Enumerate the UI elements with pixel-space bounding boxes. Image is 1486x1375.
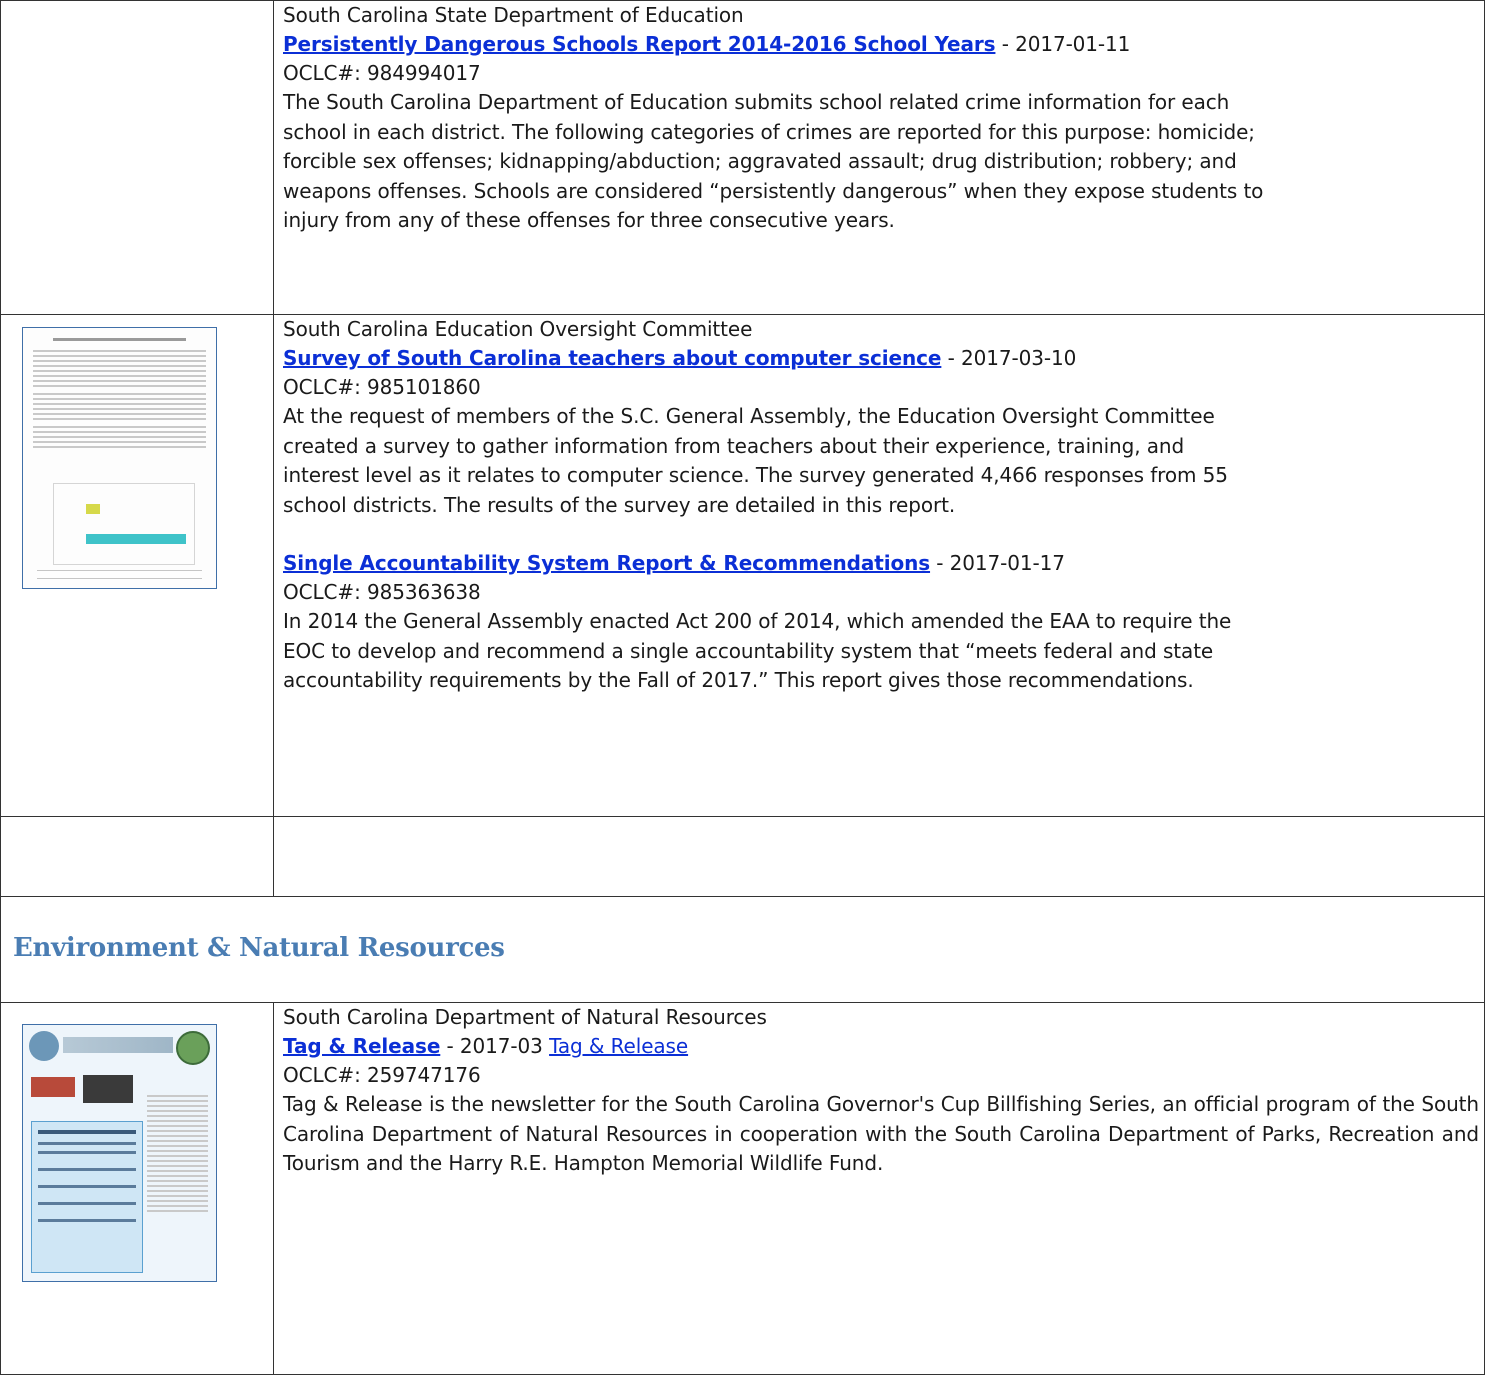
document-table: South Carolina State Department of Educa… [0,0,1485,1375]
agency-name: South Carolina Department of Natural Res… [283,1005,767,1029]
thumbnail-bar-chart [53,483,195,565]
table-row: South Carolina State Department of Educa… [0,0,1485,315]
section-heading: Environment & Natural Resources [13,933,505,963]
table-row-empty [0,816,1485,897]
description-line: injury from any of these offenses for th… [283,208,895,232]
description-paragraph: Tag & Release is the newsletter for the … [283,1092,1479,1175]
table-row: South Carolina Education Oversight Commi… [0,314,1485,817]
oclc-number: OCLC#: 985101860 [283,375,481,399]
table-row: South Carolina Department of Natural Res… [0,1002,1485,1375]
description-line: In 2014 the General Assembly enacted Act… [283,609,1232,633]
description-line: interest level as it relates to computer… [283,463,1228,487]
description-line: school in each district. The following c… [283,119,1255,144]
thumbnail-cell-empty [0,0,274,315]
description-line: forcible sex offenses; kidnapping/abduct… [283,149,1237,173]
oclc-number: OCLC#: 259747176 [283,1063,481,1087]
publication-date: - 2017-03-10 [941,346,1077,370]
publication-date: - 2017-03 [440,1034,550,1058]
fish-logo-icon [29,1031,59,1061]
entry-cell: South Carolina Department of Natural Res… [273,1002,1485,1375]
agency-name: South Carolina Education Oversight Commi… [283,317,753,341]
tag-and-release-newsletter-thumbnail[interactable] [22,1024,217,1282]
entry-cell: South Carolina Education Oversight Commi… [273,314,1485,817]
publication-date: - 2017-01-17 [930,551,1065,575]
seal-icon [176,1031,210,1065]
oclc-number: OCLC#: 984994017 [283,61,481,85]
newsletter-masthead [63,1037,173,1053]
survey-report-cover-thumbnail[interactable] [22,327,217,589]
report-title-link[interactable]: Persistently Dangerous Schools Report 20… [283,32,996,56]
newsletter-series-link[interactable]: Tag & Release [549,1034,688,1058]
entry-title-line: Survey of South Carolina teachers about … [283,344,1474,373]
agency-name: South Carolina State Department of Educa… [283,3,744,27]
description-line: created a survey to gather information f… [283,433,1185,458]
thumbnail-cell [0,1002,274,1375]
description-line: EOC to develop and recommend a single ac… [283,638,1214,663]
report-title-link[interactable]: Survey of South Carolina teachers about … [283,346,941,370]
entry-title-line: Persistently Dangerous Schools Report 20… [283,30,1474,59]
entry-cell: South Carolina State Department of Educa… [273,0,1485,315]
report-title-link[interactable]: Single Accountability System Report & Re… [283,551,930,575]
description-line: At the request of members of the S.C. Ge… [283,404,1215,428]
entry-title-line: Single Accountability System Report & Re… [283,549,1474,578]
description-line: The South Carolina Department of Educati… [283,90,1230,114]
thumbnail-cell [0,314,274,817]
description-line: school districts. The results of the sur… [283,492,956,517]
publication-date: - 2017-01-11 [995,32,1131,56]
description-line: accountability requirements by the Fall … [283,668,1194,692]
newsletter-title-link[interactable]: Tag & Release [283,1034,440,1058]
section-heading-row: Environment & Natural Resources [0,896,1485,1003]
description-line: weapons offenses. Schools are considered… [283,178,1264,203]
oclc-number: OCLC#: 985363638 [283,580,481,604]
entry-title-line: Tag & Release - 2017-03 Tag & Release [283,1032,1474,1061]
